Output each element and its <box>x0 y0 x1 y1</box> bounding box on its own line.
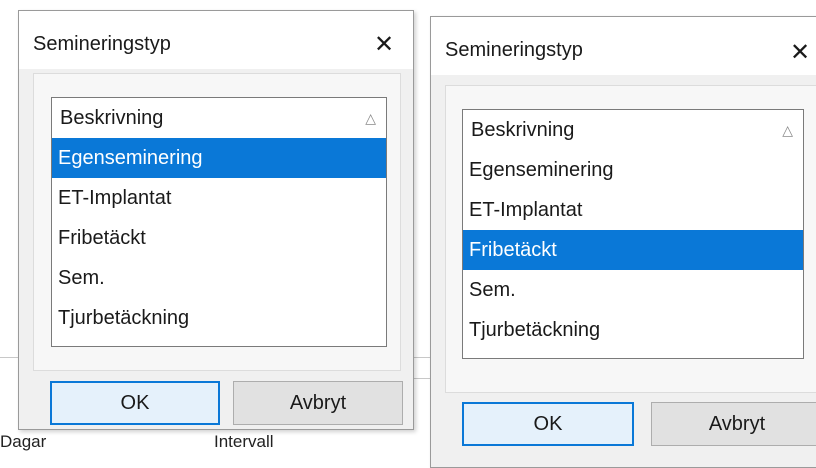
titlebar: Semineringstyp ✕ <box>19 11 413 69</box>
column-header-beskrivning[interactable]: Beskrivning △ <box>463 110 803 150</box>
sort-ascending-icon: △ <box>782 122 793 138</box>
background-label-intervall: Intervall <box>214 432 274 451</box>
list-item[interactable]: Sem. <box>52 258 386 298</box>
description-list[interactable]: Beskrivning △ Egenseminering ET-Implantat… <box>462 109 804 359</box>
list-item[interactable]: ET-Implantat <box>52 178 386 218</box>
ok-button[interactable]: OK <box>50 381 220 425</box>
list-item[interactable]: Sem. <box>463 270 803 310</box>
list-item[interactable]: Fribetäckt <box>463 230 803 270</box>
dialog-title: Semineringstyp <box>33 33 171 55</box>
dialog-semineringstyp-left: Semineringstyp ✕ Beskrivning △ Egensemin… <box>18 10 414 430</box>
background-divider-mid <box>414 357 430 358</box>
close-button[interactable]: ✕ <box>783 35 816 69</box>
list-item[interactable]: Egenseminering <box>463 150 803 190</box>
ok-button[interactable]: OK <box>462 402 634 446</box>
list-items: Egenseminering ET-Implantat Fribetäckt Sem.… <box>52 138 386 338</box>
list-item[interactable]: ET-Implantat <box>463 190 803 230</box>
sort-ascending-icon: △ <box>365 110 376 126</box>
list-item[interactable]: Tjurbetäckning <box>463 310 803 350</box>
column-header-label: Beskrivning <box>60 107 164 129</box>
column-header-label: Beskrivning <box>471 119 575 141</box>
dialog-semineringstyp-right: Semineringstyp ✕ Beskrivning △ Egensemin… <box>430 16 816 468</box>
close-button[interactable]: ✕ <box>367 27 401 61</box>
list-item[interactable]: Fribetäckt <box>52 218 386 258</box>
titlebar: Semineringstyp ✕ <box>431 17 816 75</box>
background-divider-left <box>0 357 18 358</box>
cancel-button[interactable]: Avbryt <box>651 402 816 446</box>
close-icon: ✕ <box>789 38 811 66</box>
background-divider-mid2 <box>414 378 430 379</box>
description-list[interactable]: Beskrivning △ Egenseminering ET-Implantat… <box>51 97 387 347</box>
list-item[interactable]: Egenseminering <box>52 138 386 178</box>
list-item[interactable]: Tjurbetäckning <box>52 298 386 338</box>
list-items: Egenseminering ET-Implantat Fribetäckt Sem.… <box>463 150 803 350</box>
close-icon: ✕ <box>373 30 395 58</box>
column-header-beskrivning[interactable]: Beskrivning △ <box>52 98 386 138</box>
cancel-button[interactable]: Avbryt <box>233 381 403 425</box>
dialog-title: Semineringstyp <box>445 39 583 61</box>
background-label-dagar: Dagar <box>0 432 47 451</box>
